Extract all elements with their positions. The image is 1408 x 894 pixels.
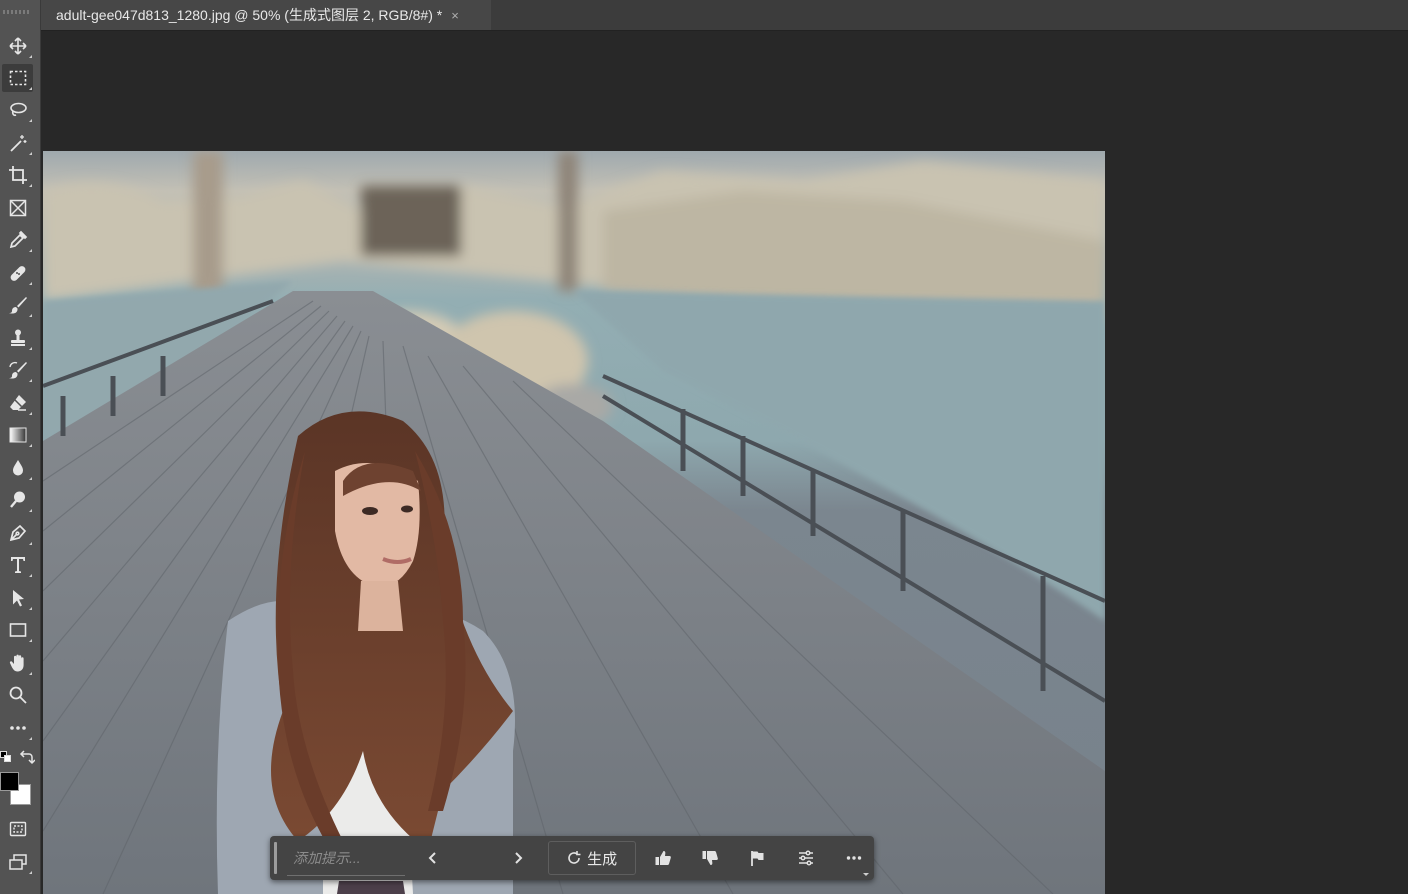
taskbar-menu-indicator [863,873,869,876]
sliders-icon [799,850,814,866]
frame-tool[interactable] [2,194,33,222]
generate-label: 生成 [587,850,618,868]
prompt-input[interactable] [286,840,405,876]
zoom-icon [9,686,27,704]
foreground-color-swatch[interactable] [0,772,19,791]
hand-icon [9,654,24,672]
hand-tool[interactable] [2,649,33,677]
move-icon [8,37,27,55]
rectangle-tool[interactable] [2,616,33,644]
crop-tool[interactable] [2,161,33,189]
document-tab-title: adult-gee047d813_1280.jpg @ 50% (生成式图层 2… [56,7,443,23]
more-options-button[interactable] [834,840,874,876]
screen-mode-button[interactable] [2,848,33,876]
quick-mask-button[interactable] [2,815,33,843]
brush-tool[interactable] [2,291,33,319]
history-brush-tool[interactable] [2,356,33,384]
chevron-left-icon [428,852,436,864]
more-icon [846,856,862,860]
default-colors-button[interactable] [0,750,12,762]
eraser-icon [9,395,26,411]
properties-button[interactable] [786,840,826,876]
move-tool[interactable] [2,32,33,60]
thumbs-up-button[interactable] [644,840,684,876]
lasso-tool[interactable] [2,96,33,124]
panel-grip[interactable] [3,10,31,14]
type-tool[interactable] [2,551,33,579]
dodge-icon [9,491,25,508]
chevron-right-icon [515,852,523,864]
report-button[interactable] [737,840,777,876]
more-icon [9,726,26,730]
thumbs-down-button[interactable] [690,840,730,876]
thumbs-up-icon [655,851,672,865]
previous-variation-button[interactable] [413,840,453,876]
screen-mode-icon [8,854,27,870]
rectangular-marquee-tool[interactable] [2,64,33,92]
magic-wand-icon [9,135,26,152]
taskbar-drag-handle[interactable] [274,842,277,874]
gradient-icon [9,427,26,443]
more-tools[interactable] [2,714,33,742]
drop-icon [12,460,23,476]
lasso-icon [9,102,27,117]
pen-icon [9,524,26,542]
marquee-icon [9,70,26,86]
document-canvas[interactable] [43,151,1105,894]
default-colors-icon [0,751,11,762]
flag-icon [751,851,764,866]
zoom-tool[interactable] [2,681,33,709]
document-tab[interactable]: adult-gee047d813_1280.jpg @ 50% (生成式图层 2… [41,0,491,30]
swap-colors-button[interactable] [19,749,36,765]
frame-icon [9,199,26,217]
history-brush-icon [8,361,27,379]
next-variation-button[interactable] [498,840,538,876]
arrow-icon [12,590,24,607]
regenerate-icon [568,851,581,864]
stamp-icon [10,329,25,346]
magic-wand-tool[interactable] [2,129,33,157]
eyedropper-icon [9,230,27,249]
brush-icon [8,297,27,314]
swap-colors-icon [19,750,36,765]
generate-button[interactable]: 生成 [547,841,636,875]
photo-image [43,151,1105,894]
quick-mask-icon [9,821,26,837]
tools-panel [0,0,41,894]
rectangle-icon [9,623,26,637]
close-icon[interactable]: × [451,8,459,23]
crop-icon [8,166,27,184]
type-icon [10,557,25,573]
dodge-tool[interactable] [2,486,33,514]
clone-stamp-tool[interactable] [2,324,33,352]
gradient-tool[interactable] [2,421,33,449]
eyedropper-tool[interactable] [2,226,33,254]
eraser-tool[interactable] [2,389,33,417]
document-tab-bar: adult-gee047d813_1280.jpg @ 50% (生成式图层 2… [41,0,1408,31]
thumbs-down-icon [702,851,719,865]
pen-tool[interactable] [2,519,33,547]
bandage-icon [10,266,25,281]
path-selection-tool[interactable] [2,584,33,612]
healing-brush-tool[interactable] [2,259,33,287]
contextual-taskbar: 生成 [270,836,874,880]
blur-tool[interactable] [2,454,33,482]
